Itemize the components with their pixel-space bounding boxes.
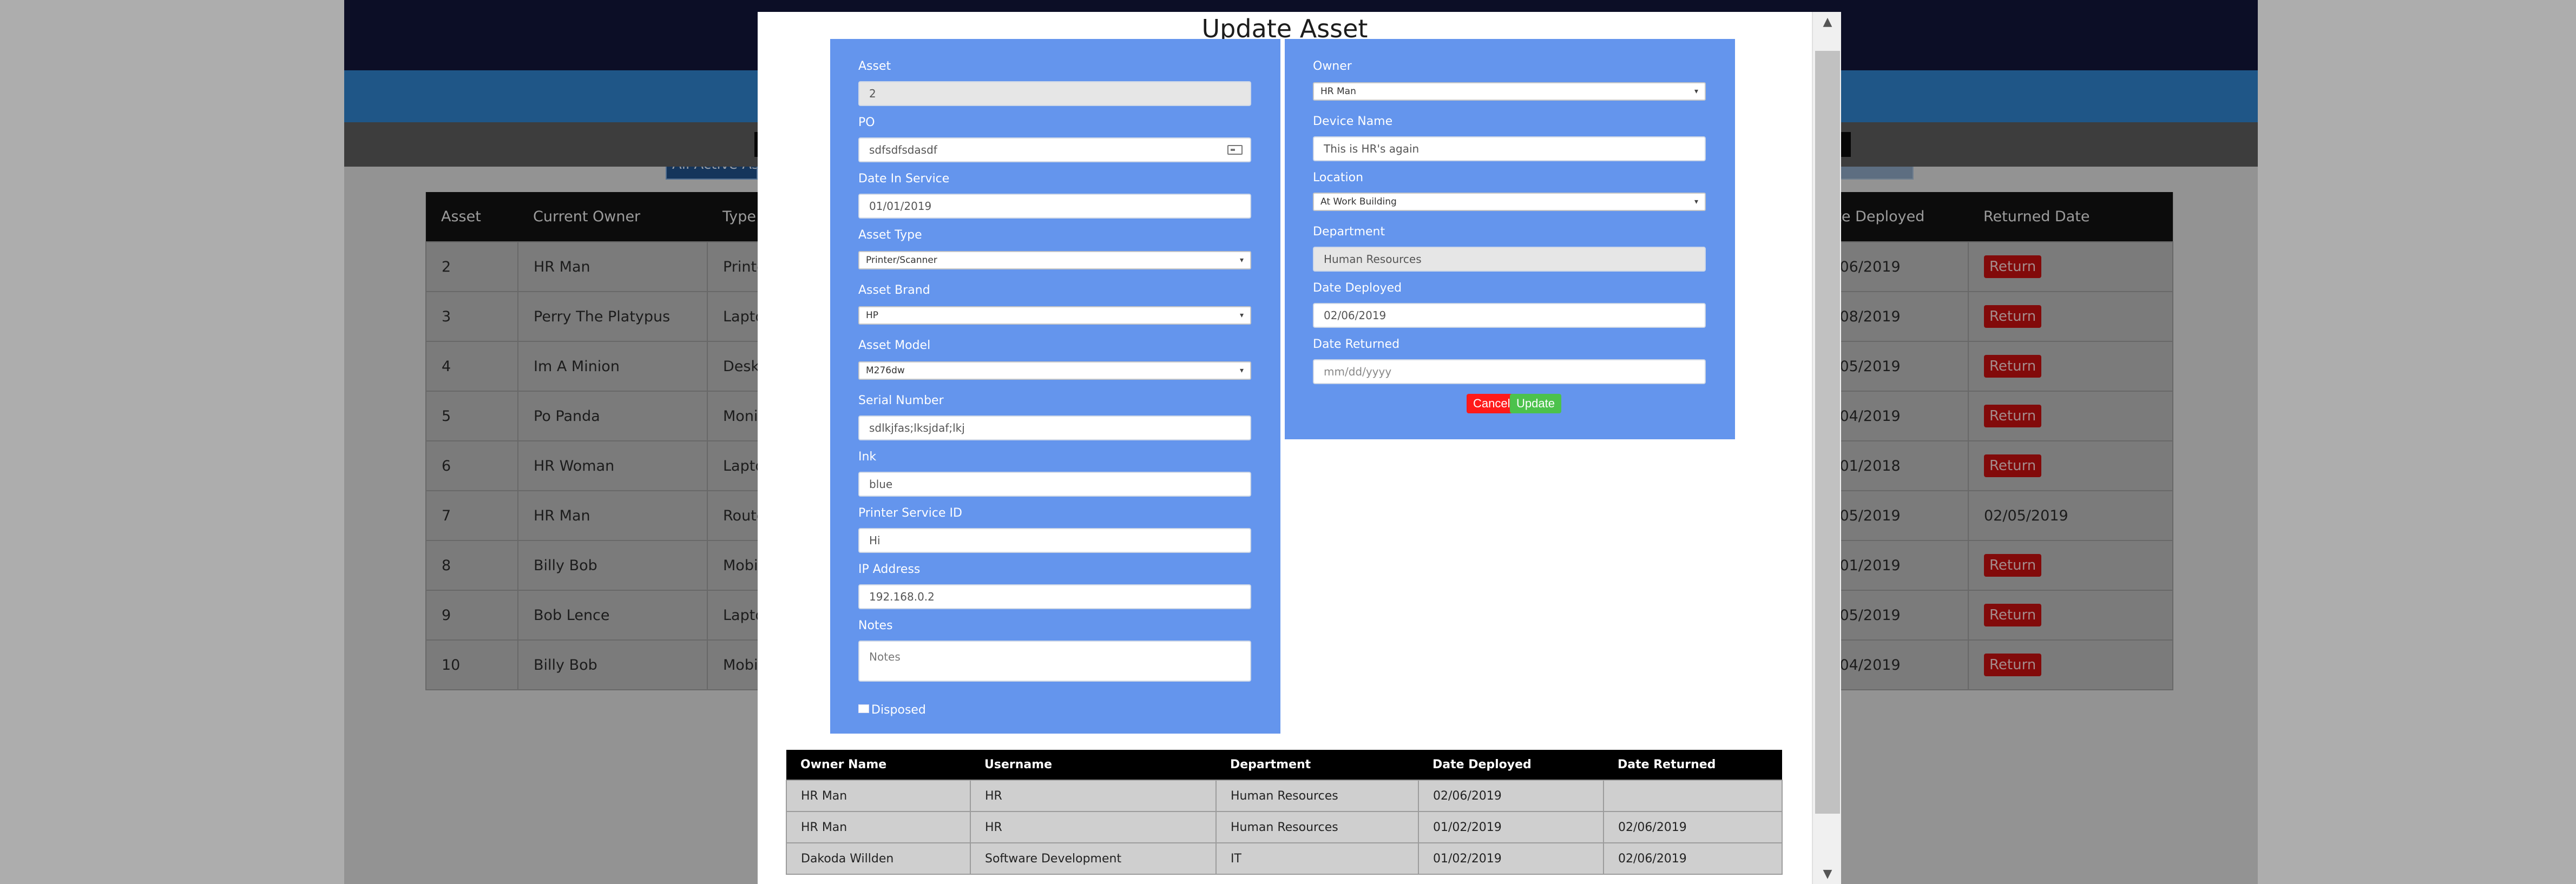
modal-scrollbar[interactable]: ▲ ▼ <box>1812 12 1841 884</box>
asset-brand-value: HP <box>866 310 879 321</box>
ip-address-field[interactable]: 192.168.0.2 <box>858 584 1251 609</box>
ownership-history-table: Owner Name Username Department Date Depl… <box>786 750 1783 875</box>
chevron-down-icon: ▾ <box>1239 366 1244 375</box>
asset-model-value: M276dw <box>866 365 905 376</box>
username-cell: HR <box>970 780 1217 812</box>
history-header-department: Department <box>1216 750 1418 780</box>
history-header-owner-name: Owner Name <box>786 750 970 780</box>
scroll-down-icon[interactable]: ▼ <box>1813 867 1841 881</box>
department-cell: IT <box>1215 842 1419 875</box>
card-icon[interactable] <box>1227 145 1243 155</box>
update-button[interactable]: Update <box>1510 394 1561 413</box>
date-returned-cell <box>1603 780 1783 812</box>
po-value: sdfsdfsdasdf <box>869 143 937 156</box>
ownership-panel: Owner HR Man ▾ Device Name This is HR's … <box>1285 39 1735 439</box>
history-header-date-deployed: Date Deployed <box>1418 750 1604 780</box>
date-deployed-cell: 01/02/2019 <box>1418 811 1604 843</box>
history-row: Dakoda Willden Software Development IT 01/0… <box>786 842 1783 875</box>
printer-service-id-label: Printer Service ID <box>858 506 962 520</box>
disposed-checkbox[interactable] <box>858 704 869 713</box>
chevron-down-icon: ▾ <box>1694 197 1698 206</box>
chevron-down-icon: ▾ <box>1694 87 1698 96</box>
department-cell: Human Resources <box>1215 811 1419 843</box>
asset-type-value: Printer/Scanner <box>866 255 937 266</box>
asset-label: Asset <box>858 60 891 73</box>
history-header-username: Username <box>970 750 1216 780</box>
history-row: HR Man HR Human Resources 01/02/2019 02/06/2… <box>786 811 1783 843</box>
asset-details-panel: Asset 2 PO sdfsdfsdasdf Date In Service … <box>830 39 1280 734</box>
history-header-date-returned: Date Returned <box>1604 750 1782 780</box>
date-returned-cell: 02/06/2019 <box>1603 811 1783 843</box>
asset-brand-label: Asset Brand <box>858 283 930 297</box>
ink-label: Ink <box>858 450 877 464</box>
date-deployed-cell: 01/02/2019 <box>1418 842 1604 875</box>
ink-field[interactable]: blue <box>858 472 1251 497</box>
serial-number-field[interactable]: sdlkjfas;lksjdaf;lkj <box>858 415 1251 440</box>
asset-type-label: Asset Type <box>858 228 922 242</box>
device-name-label: Device Name <box>1313 115 1393 128</box>
ip-address-label: IP Address <box>858 563 921 576</box>
po-field[interactable]: sdfsdfsdasdf <box>858 137 1251 162</box>
disposed-label: Disposed <box>871 703 926 717</box>
history-row: HR Man HR Human Resources 02/06/2019 <box>786 780 1783 812</box>
cancel-button[interactable]: Cancel <box>1467 394 1517 413</box>
date-in-service-label: Date In Service <box>858 172 950 186</box>
date-returned-cell: 02/06/2019 <box>1603 842 1783 875</box>
date-deployed-field[interactable]: 02/06/2019 <box>1313 303 1706 328</box>
date-returned-label: Date Returned <box>1313 338 1400 351</box>
owner-value: HR Man <box>1320 86 1356 97</box>
date-deployed-label: Date Deployed <box>1313 281 1402 295</box>
asset-field[interactable]: 2 <box>858 81 1251 106</box>
update-asset-modal: Update Asset Asset 2 PO sdfsdfsdasdf Dat… <box>758 12 1841 884</box>
asset-model-select[interactable]: M276dw ▾ <box>858 361 1251 380</box>
asset-model-label: Asset Model <box>858 339 931 352</box>
notes-textarea[interactable]: Notes <box>858 641 1251 682</box>
date-returned-field[interactable]: mm/dd/yyyy <box>1313 359 1706 384</box>
owner-name-cell: HR Man <box>786 780 971 812</box>
date-in-service-field[interactable]: 01/01/2019 <box>858 194 1251 219</box>
notes-label: Notes <box>858 619 893 632</box>
location-value: At Work Building <box>1320 196 1397 207</box>
date-deployed-cell: 02/06/2019 <box>1418 780 1604 812</box>
owner-name-cell: HR Man <box>786 811 971 843</box>
chevron-down-icon: ▾ <box>1239 256 1244 265</box>
location-select[interactable]: At Work Building ▾ <box>1313 193 1706 211</box>
history-header-row: Owner Name Username Department Date Depl… <box>786 750 1782 780</box>
owner-name-cell: Dakoda Willden <box>786 842 971 875</box>
device-name-field[interactable]: This is HR's again <box>1313 136 1706 161</box>
asset-brand-select[interactable]: HP ▾ <box>858 306 1251 325</box>
department-label: Department <box>1313 225 1385 239</box>
serial-number-label: Serial Number <box>858 394 944 407</box>
po-label: PO <box>858 116 875 129</box>
owner-select[interactable]: HR Man ▾ <box>1313 82 1706 101</box>
department-cell: Human Resources <box>1215 780 1419 812</box>
department-field[interactable]: Human Resources <box>1313 247 1706 272</box>
username-cell: Software Development <box>970 842 1217 875</box>
scrollbar-thumb[interactable] <box>1815 51 1840 814</box>
printer-service-id-field[interactable]: Hi <box>858 528 1251 553</box>
location-label: Location <box>1313 171 1364 184</box>
username-cell: HR <box>970 811 1217 843</box>
owner-label: Owner <box>1313 60 1352 73</box>
asset-type-select[interactable]: Printer/Scanner ▾ <box>858 251 1251 269</box>
chevron-down-icon: ▾ <box>1239 311 1244 320</box>
scroll-up-icon[interactable]: ▲ <box>1813 15 1841 29</box>
